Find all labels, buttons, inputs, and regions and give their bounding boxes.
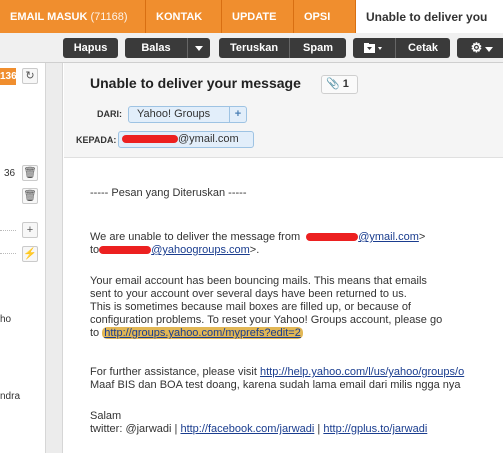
message-list-scrollbar[interactable] (45, 63, 63, 453)
toolbar: Hapus Balas Teruskan Spam Cetak ⚙ (0, 33, 503, 63)
delete-button[interactable]: Hapus (63, 38, 118, 58)
forward-button[interactable]: Teruskan (219, 38, 289, 58)
facebook-link[interactable]: http://facebook.com/jarwadi (180, 423, 314, 435)
reply-button-group: Balas (125, 38, 210, 58)
print-button[interactable]: Cetak (395, 38, 450, 58)
body-line: Your email account has been bouncing mai… (90, 275, 427, 287)
tab-updates-label: UPDATE (232, 11, 277, 23)
body-line: Salam (90, 410, 122, 422)
tab-options[interactable]: OPSI (294, 0, 356, 33)
message-subject: Unable to deliver your message (90, 75, 301, 91)
folder-move-icon (364, 43, 382, 54)
tab-message[interactable]: Unable to deliver you (356, 0, 503, 33)
body-text: We are unable to deliver the message fro… (90, 231, 301, 243)
body-line: to @yahoogroups.com>. (90, 244, 259, 257)
group-email-link[interactable]: @yahoogroups.com (99, 244, 250, 256)
body-text: to (90, 244, 100, 256)
trash-icon[interactable]: 🗑 (22, 165, 38, 181)
unread-badge: 136 (0, 68, 17, 85)
group-email-link-text: @yahoogroups.com (151, 244, 250, 256)
spam-button[interactable]: Spam (289, 38, 346, 58)
move-button[interactable] (353, 38, 395, 58)
tab-updates[interactable]: UPDATE (222, 0, 294, 33)
folder-count: 36 (4, 168, 16, 179)
lightning-icon[interactable]: ⚡ (22, 246, 38, 262)
body-line: For further assistance, please visit htt… (90, 366, 464, 379)
divider (0, 253, 16, 254)
forward-button-label: Teruskan (229, 42, 279, 54)
forward-spam-group: Teruskan Spam (219, 38, 346, 58)
redaction-mark (122, 135, 178, 144)
body-text: | (317, 423, 321, 435)
gear-icon: ⚙ (470, 40, 483, 55)
gplus-link[interactable]: http://gplus.to/jarwadi (323, 423, 427, 435)
body-text: >. (249, 244, 260, 256)
chevron-down-icon (485, 46, 494, 52)
body-line: twitter: @jarwadi | http://facebook.com/… (90, 423, 427, 436)
message-header: Unable to deliver your message 📎 1 DARI:… (64, 63, 503, 158)
reset-account-link[interactable]: http://groups.yahoo.com/myprefs?edit=2 (102, 327, 303, 339)
attachment-count: 1 (342, 78, 349, 90)
tab-inbox[interactable]: EMAIL MASUK (71168) (0, 0, 146, 33)
body-line: We are unable to deliver the message fro… (90, 231, 425, 244)
tab-contacts-label: KONTAK (156, 11, 203, 23)
reply-options-button[interactable] (187, 38, 210, 58)
body-text: For further assistance, please visit (90, 366, 257, 378)
body-text: twitter: @jarwadi | (90, 423, 178, 435)
tab-options-label: OPSI (304, 11, 331, 23)
body-text: > (418, 231, 426, 243)
add-icon[interactable]: + (22, 222, 38, 238)
move-print-group: Cetak (353, 38, 450, 58)
chevron-down-icon (195, 45, 203, 51)
delete-button-label: Hapus (73, 42, 108, 54)
body-line: This is sometimes because mail boxes are… (90, 301, 411, 313)
attachment-button[interactable]: 📎 1 (321, 75, 358, 94)
inbox-count: (71168) (90, 11, 128, 23)
list-item-snippet: ndra (0, 391, 21, 402)
forwarded-header: ----- Pesan yang Diteruskan ----- (90, 187, 247, 199)
reply-button-label: Balas (141, 42, 171, 54)
body-text: to (90, 327, 100, 339)
body-line: configuration problems. To reset your Ya… (90, 314, 443, 326)
body-line: Maaf BIS dan BOA test doang, karena suda… (90, 379, 461, 391)
redaction-mark (306, 233, 359, 242)
body-line: to http://groups.yahoo.com/myprefs?edit=… (90, 327, 303, 340)
tab-inbox-label: EMAIL MASUK (10, 11, 88, 23)
email-link-text: @ymail.com (358, 231, 419, 243)
from-value: Yahoo! Groups (137, 108, 211, 120)
from-chip[interactable]: Yahoo! Groups + (128, 106, 247, 123)
paperclip-icon: 📎 (326, 78, 340, 90)
print-button-label: Cetak (408, 42, 438, 54)
redaction-mark (99, 246, 152, 255)
body-line: sent to your account over several days h… (90, 288, 407, 300)
message-body: ----- Pesan yang Diteruskan ----- We are… (64, 159, 503, 453)
tab-bar: EMAIL MASUK (71168) KONTAK UPDATE OPSI U… (0, 0, 503, 33)
refresh-icon[interactable]: ↻ (22, 68, 38, 84)
add-contact-icon[interactable]: + (229, 107, 246, 122)
settings-button[interactable]: ⚙ (457, 38, 503, 58)
reply-button[interactable]: Balas (125, 38, 187, 58)
to-value: @ymail.com (178, 133, 239, 145)
spam-button-label: Spam (303, 42, 333, 54)
tab-contacts[interactable]: KONTAK (146, 0, 222, 33)
divider (0, 230, 16, 231)
tab-message-label: Unable to deliver you (366, 10, 488, 24)
help-link[interactable]: http://help.yahoo.com/l/us/yahoo/groups/… (260, 366, 464, 378)
list-item-snippet: ho (0, 314, 12, 325)
email-link[interactable]: @ymail.com (303, 231, 419, 243)
to-label: KEPADA: (76, 135, 117, 145)
from-label: DARI: (97, 109, 122, 119)
trash-icon[interactable]: 🗑 (22, 188, 38, 204)
to-chip[interactable]: @ymail.com (118, 131, 254, 148)
